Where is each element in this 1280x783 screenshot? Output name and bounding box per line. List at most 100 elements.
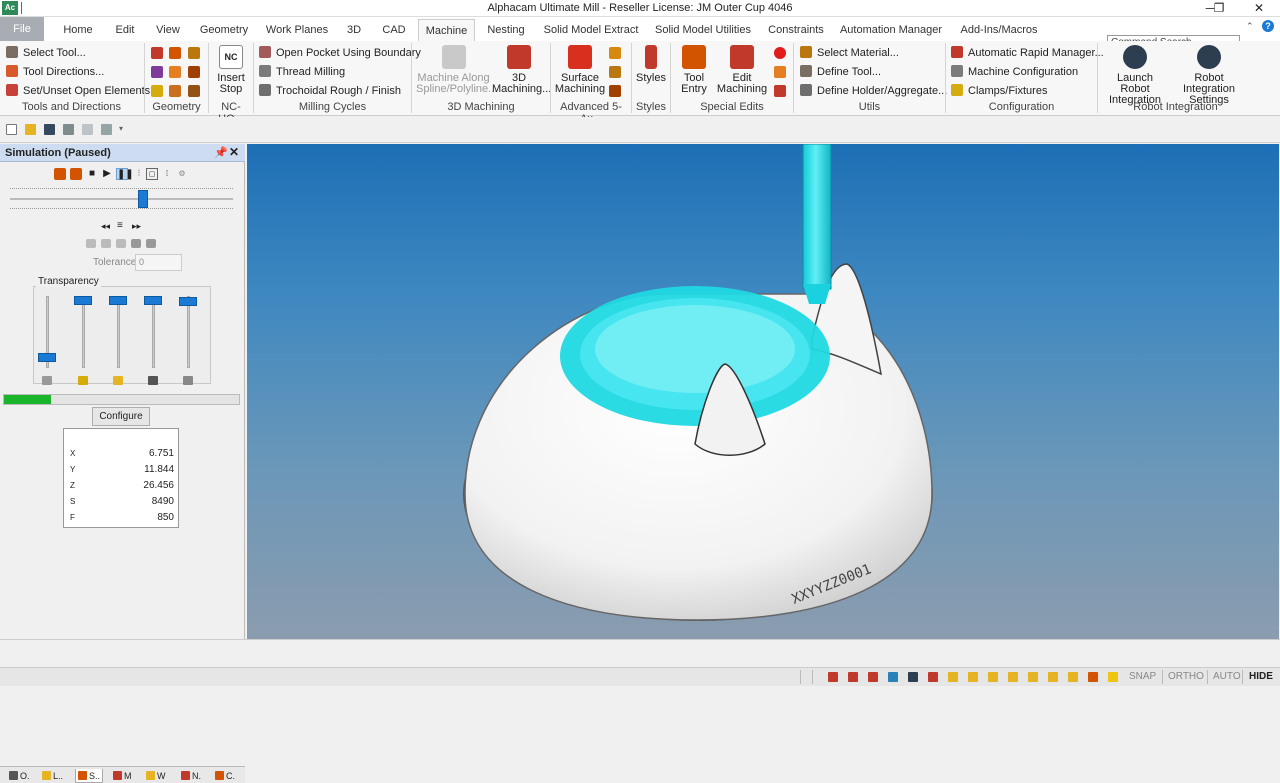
view-front-icon[interactable] bbox=[86, 239, 96, 248]
5ax-option-icon[interactable] bbox=[609, 66, 621, 78]
automatic-rapid-manager-button[interactable]: Automatic Rapid Manager... bbox=[951, 45, 1104, 61]
undo-icon[interactable] bbox=[63, 124, 74, 135]
snap-grid-icon[interactable] bbox=[908, 672, 918, 682]
machine-along-spline-button[interactable]: Machine Along Spline/Polyline... bbox=[416, 45, 497, 95]
transparency-thumb[interactable] bbox=[144, 295, 162, 305]
transparency-thumb[interactable] bbox=[109, 295, 127, 305]
tool-entry-button[interactable]: Tool Entry bbox=[675, 45, 713, 95]
launch-robot-integration-button[interactable]: Launch Robot Integration bbox=[1101, 45, 1169, 106]
tab-cad[interactable]: CAD bbox=[378, 19, 410, 41]
transparency-track[interactable] bbox=[82, 296, 85, 368]
hide-toggle[interactable]: HIDE bbox=[1249, 671, 1273, 682]
record-icon[interactable] bbox=[774, 47, 786, 59]
open-pocket-boundary-button[interactable]: Open Pocket Using Boundary bbox=[259, 45, 421, 61]
snap-plane-icon[interactable] bbox=[1008, 672, 1018, 682]
tab-operations[interactable]: O. bbox=[9, 769, 30, 783]
snap-center-icon[interactable] bbox=[868, 672, 878, 682]
machine-configuration-button[interactable]: Machine Configuration bbox=[951, 64, 1078, 80]
tab-machine[interactable]: Machine bbox=[418, 19, 475, 41]
ortho-toggle[interactable]: ORTHO bbox=[1168, 671, 1204, 682]
tab-edit[interactable]: Edit bbox=[108, 19, 142, 41]
snap-endpoint-icon[interactable] bbox=[828, 672, 838, 682]
thread-milling-button[interactable]: Thread Milling bbox=[259, 64, 345, 80]
view-side-icon[interactable] bbox=[116, 239, 126, 248]
select-tool-button[interactable]: Select Tool... bbox=[6, 45, 86, 61]
geometry-polyline-icon[interactable] bbox=[169, 66, 181, 78]
5ax-option-icon[interactable] bbox=[609, 47, 621, 59]
geometry-break-icon[interactable] bbox=[188, 85, 200, 97]
tab-add-ins-macros[interactable]: Add-Ins/Macros bbox=[956, 19, 1042, 41]
snap-box-icon[interactable] bbox=[1108, 672, 1118, 682]
simulation-slider-thumb[interactable] bbox=[138, 190, 148, 208]
tab-w[interactable]: W bbox=[146, 769, 166, 783]
view-back-icon[interactable] bbox=[101, 239, 111, 248]
5ax-option-icon[interactable] bbox=[609, 85, 621, 97]
tab-automation-manager[interactable]: Automation Manager bbox=[838, 19, 944, 41]
pin-icon[interactable]: 📌 bbox=[214, 146, 228, 159]
snap-intersect-icon[interactable] bbox=[928, 672, 938, 682]
geometry-rect-icon[interactable] bbox=[151, 66, 163, 78]
auto-toggle[interactable]: AUTO bbox=[1213, 671, 1241, 682]
geometry-fillet-icon[interactable] bbox=[151, 85, 163, 97]
toolpath-icon[interactable]: ⁞ bbox=[161, 168, 173, 180]
select-material-button[interactable]: Select Material... bbox=[800, 45, 899, 61]
snap-midpoint-icon[interactable] bbox=[848, 672, 858, 682]
pause-icon[interactable]: ❚❚ bbox=[116, 168, 134, 180]
step-icon[interactable]: ⁝ bbox=[133, 168, 145, 180]
transparency-track[interactable] bbox=[187, 296, 190, 368]
redo-icon[interactable] bbox=[82, 124, 93, 135]
view-grid-icon[interactable] bbox=[146, 239, 156, 248]
close-icon[interactable]: ✕ bbox=[229, 145, 239, 159]
restore-icon[interactable]: ❐ bbox=[1204, 0, 1234, 17]
tab-n[interactable]: N. bbox=[181, 769, 201, 783]
transparency-thumb[interactable] bbox=[74, 295, 92, 305]
clamps-fixtures-button[interactable]: Clamps/Fixtures bbox=[951, 83, 1047, 99]
surface-machining-button[interactable]: Surface Machining bbox=[554, 45, 606, 95]
snap-axis-icon[interactable] bbox=[888, 672, 898, 682]
collapse-ribbon-icon[interactable]: ⌃ bbox=[1246, 21, 1254, 32]
tab-simulation[interactable]: S.. bbox=[75, 769, 104, 783]
close-icon[interactable]: ✕ bbox=[1244, 0, 1274, 17]
open-folder-icon[interactable] bbox=[25, 124, 36, 135]
options-icon[interactable]: ⚙ bbox=[176, 168, 188, 180]
tab-constraints[interactable]: Constraints bbox=[764, 19, 828, 41]
snap-plane-icon[interactable] bbox=[988, 672, 998, 682]
tolerance-input[interactable]: 0 bbox=[135, 254, 182, 271]
geometry-text-icon[interactable] bbox=[169, 85, 181, 97]
3d-viewport[interactable]: XXYYZZ0001 bbox=[247, 143, 1279, 639]
step-back-icon[interactable] bbox=[54, 168, 66, 180]
snap-plane-icon[interactable] bbox=[968, 672, 978, 682]
tab-solid-model-extract[interactable]: Solid Model Extract bbox=[540, 19, 642, 41]
new-file-icon[interactable] bbox=[6, 124, 17, 135]
edit-machining-button[interactable]: Edit Machining bbox=[714, 45, 770, 95]
edit-option-icon[interactable] bbox=[774, 85, 786, 97]
transparency-track[interactable] bbox=[152, 296, 155, 368]
customize-qat-icon[interactable]: ▾ bbox=[119, 124, 123, 133]
select-icon[interactable] bbox=[101, 124, 112, 135]
tab-work-planes[interactable]: Work Planes bbox=[264, 19, 330, 41]
geometry-line-icon[interactable] bbox=[151, 47, 163, 59]
edit-option-icon[interactable] bbox=[774, 66, 786, 78]
geometry-point-icon[interactable] bbox=[188, 47, 200, 59]
view-icon[interactable]: ▢ bbox=[146, 168, 158, 180]
tab-m[interactable]: M bbox=[113, 769, 132, 783]
transparency-track[interactable] bbox=[117, 296, 120, 368]
tab-file[interactable]: File bbox=[0, 17, 44, 41]
styles-button[interactable]: Styles bbox=[634, 45, 668, 84]
save-icon[interactable] bbox=[44, 124, 55, 135]
tab-solid-model-utilities[interactable]: Solid Model Utilities bbox=[652, 19, 754, 41]
transparency-thumb[interactable] bbox=[179, 297, 197, 307]
trochoidal-button[interactable]: Trochoidal Rough / Finish bbox=[259, 83, 401, 99]
tool-directions-button[interactable]: Tool Directions... bbox=[6, 64, 104, 80]
tab-geometry[interactable]: Geometry bbox=[196, 19, 252, 41]
set-unset-open-elements-button[interactable]: Set/Unset Open Elements bbox=[6, 83, 150, 99]
tab-nesting[interactable]: Nesting bbox=[482, 19, 530, 41]
rewind-icon[interactable]: ◂◂ bbox=[101, 221, 110, 232]
snap-plane-icon[interactable] bbox=[948, 672, 958, 682]
snap-anchor-icon[interactable] bbox=[1088, 672, 1098, 682]
geometry-offset-icon[interactable] bbox=[188, 66, 200, 78]
robot-integration-settings-button[interactable]: Robot Integration Settings bbox=[1168, 45, 1250, 106]
stop-icon[interactable]: ■ bbox=[86, 168, 98, 180]
define-tool-button[interactable]: Define Tool... bbox=[800, 64, 881, 80]
help-icon[interactable]: ? bbox=[1262, 20, 1274, 32]
